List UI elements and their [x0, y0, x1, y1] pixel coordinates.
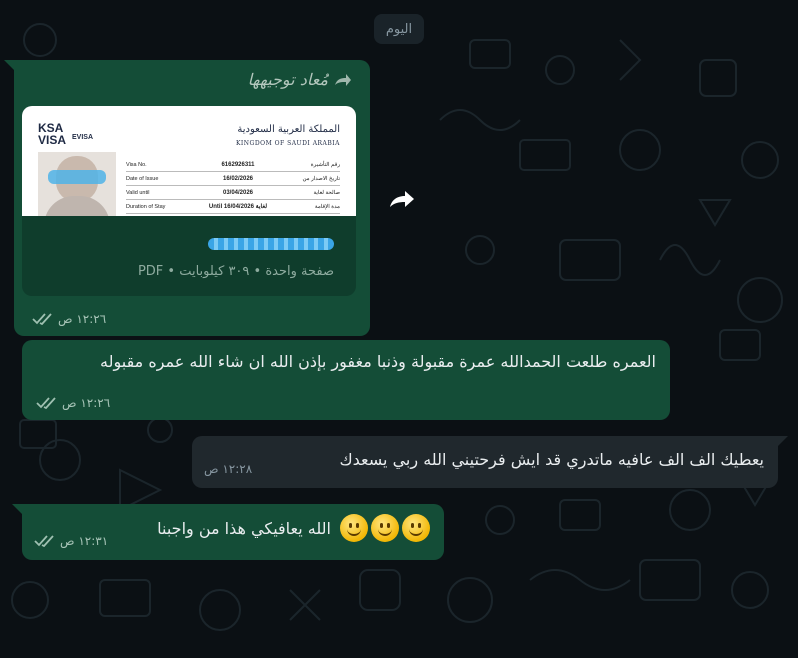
- smiling-face-emoji-icon: [371, 514, 399, 542]
- visa-row: Duration of Stay Until 16/04/2026 لغاية …: [126, 200, 340, 214]
- row-label-en: Duration of Stay: [126, 203, 166, 210]
- emoji-group: [337, 514, 430, 542]
- document-meta: صفحة واحدة • ٣٠٩ كيلوبايت • PDF: [137, 264, 334, 279]
- row-label-ar: صالحة لغاية: [313, 189, 340, 196]
- bubble-tail: [778, 436, 788, 446]
- row-value: Until 16/04/2026 لغاية: [208, 204, 268, 210]
- message-timestamp: ١٢:٢٦ ص: [36, 396, 110, 410]
- timestamp-text: ١٢:٢٦ ص: [58, 312, 107, 326]
- row-label-ar: تاريخ الاصدار من: [302, 175, 340, 182]
- message-timestamp: ١٢:٢٨ ص: [204, 462, 252, 476]
- timestamp-text: ١٢:٢٨ ص: [204, 462, 253, 476]
- row-label-en: Valid until: [126, 189, 150, 196]
- smiling-face-emoji-icon: [340, 514, 368, 542]
- bubble-tail: [4, 60, 14, 70]
- forwarded-icon: [335, 73, 351, 86]
- smiling-face-emoji-icon: [402, 514, 430, 542]
- message-text: الله يعافيكي هذا من واجبنا: [157, 518, 331, 538]
- photo-blur-scribble: [48, 170, 106, 184]
- row-value: 6162926311: [221, 161, 255, 168]
- visa-row: Date of Issue 16/02/2026 تاريخ الاصدار م…: [126, 172, 340, 186]
- row-label-en: Visa No.: [126, 161, 147, 168]
- kingdom-title-ar: المملكة العربية السعودية: [237, 124, 340, 135]
- timestamp-text: ١٢:٢٦ ص: [62, 396, 111, 410]
- message-text: العمره طلعت الحمدالله عمرة مقبولة وذنبا …: [100, 352, 656, 371]
- outgoing-message[interactable]: الله يعافيكي هذا من واجبنا ١٢:٣١ ص: [12, 504, 444, 560]
- message-text: يعطيك الف الف عافيه ماتدري قد ايش فرحتين…: [339, 450, 764, 469]
- message-content: الله يعافيكي هذا من واجبنا: [157, 514, 430, 542]
- forward-message-button[interactable]: [382, 182, 422, 216]
- date-separator: اليوم: [374, 14, 424, 44]
- message-timestamp: ١٢:٣١ ص: [34, 534, 108, 548]
- document-attachment[interactable]: KSA VISA EVISA المملكة العربية السعودية …: [22, 106, 356, 296]
- document-preview[interactable]: KSA VISA EVISA المملكة العربية السعودية …: [22, 106, 356, 216]
- row-value: 03/04/2026: [222, 189, 254, 196]
- read-receipt-icon: [34, 535, 54, 547]
- row-label-en: Date of Issue: [126, 175, 159, 182]
- row-value: 16/02/2026: [222, 175, 254, 182]
- timestamp-text: ١٢:٣١ ص: [60, 534, 109, 548]
- redacted-filename: [208, 238, 334, 250]
- forwarded-label-text: مُعاد توجيهها: [247, 70, 328, 89]
- incoming-message[interactable]: يعطيك الف الف عافيه ماتدري قد ايش فرحتين…: [192, 436, 788, 488]
- row-label-ar: مدة الإقامة: [314, 203, 340, 210]
- forward-arrow-icon: [390, 191, 414, 207]
- forwarded-document-message[interactable]: مُعاد توجيهها KSA VISA EVISA المملكة الع…: [4, 60, 370, 336]
- row-label-ar: رقم التأشيرة: [310, 161, 340, 168]
- message-timestamp: ١٢:٢٦ ص: [32, 312, 106, 326]
- visa-row: Visa No. 6162926311 رقم التأشيرة: [126, 158, 340, 172]
- visa-row: Valid until 03/04/2026 صالحة لغاية: [126, 186, 340, 200]
- outgoing-message[interactable]: العمره طلعت الحمدالله عمرة مقبولة وذنبا …: [22, 340, 670, 420]
- bubble-tail: [12, 504, 22, 514]
- kingdom-title-en: KINGDOM OF SAUDI ARABIA: [235, 140, 340, 147]
- read-receipt-icon: [36, 397, 56, 409]
- visa-details-table: Visa No. 6162926311 رقم التأشيرة Date of…: [126, 158, 340, 214]
- passport-photo: [38, 152, 116, 216]
- forwarded-label: مُعاد توجيهها: [248, 70, 352, 89]
- read-receipt-icon: [32, 313, 52, 325]
- evisa-label: EVISA: [72, 134, 94, 141]
